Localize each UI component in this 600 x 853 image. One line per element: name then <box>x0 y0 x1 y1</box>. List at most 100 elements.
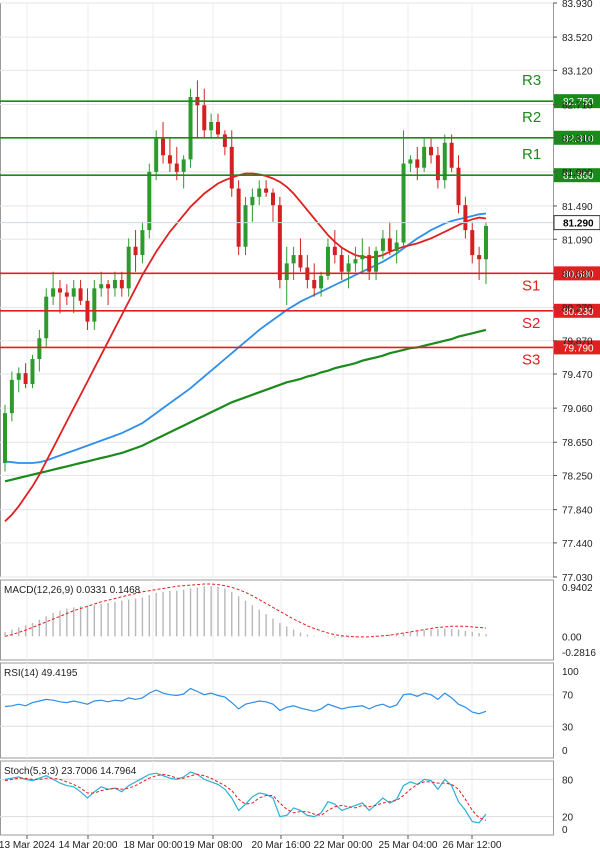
price-tick-label: 79.870 <box>562 337 593 348</box>
candle-body <box>243 205 248 247</box>
candle-body <box>202 105 207 131</box>
level-name-s3: S3 <box>522 351 540 368</box>
candle-body <box>3 413 7 464</box>
candle-body <box>449 142 454 168</box>
candle-body <box>339 255 344 272</box>
candle-body <box>161 138 166 156</box>
candle-body <box>57 288 62 293</box>
candle-body <box>78 288 83 301</box>
candle-body <box>270 192 275 206</box>
price-tick-label: 79.470 <box>562 370 593 381</box>
price-tick-label: 80.270 <box>562 303 593 314</box>
stoch-label: Stoch(5,3,3) 23.7006 14.7964 <box>4 766 137 777</box>
candle-body <box>51 288 56 297</box>
time-tick-label: 26 Mar 12:00 <box>443 840 502 851</box>
candle-body <box>147 171 152 231</box>
candle-body <box>435 155 440 181</box>
rsi-tick-label: 70 <box>562 691 574 702</box>
macd-tick-label: 0.00 <box>562 632 582 643</box>
price-tick-label: 78.650 <box>562 438 593 449</box>
time-tick-label: 14 Mar 20:00 <box>59 840 118 851</box>
candle-body <box>291 255 296 264</box>
time-tick-label: 19 Mar 08:00 <box>184 840 243 851</box>
candle-body <box>119 280 124 289</box>
time-tick-label: 13 Mar 2024 <box>0 840 56 851</box>
price-tick-label: 77.440 <box>562 539 593 550</box>
candle-body <box>277 205 282 281</box>
level-name-s1: S1 <box>522 277 540 294</box>
candle-body <box>325 246 330 276</box>
price-tick-label: 81.900 <box>562 168 593 179</box>
candle-body <box>429 146 434 156</box>
candle-body <box>188 97 193 160</box>
candle-body <box>264 188 269 193</box>
candle-body <box>456 167 461 206</box>
price-tick-label: 83.520 <box>562 33 593 44</box>
candle-body <box>422 146 427 168</box>
price-tick-label: 83.120 <box>562 66 593 77</box>
candle-body <box>484 225 488 260</box>
stoch-tick-label: 20 <box>562 813 574 824</box>
candle-body <box>64 292 69 297</box>
candle-body <box>181 159 186 172</box>
price-tick-label: 81.090 <box>562 235 593 246</box>
candle-body <box>167 155 172 164</box>
candle-body <box>30 359 35 385</box>
rsi-tick-label: 30 <box>562 722 574 733</box>
price-tick-label: 78.250 <box>562 472 593 483</box>
rsi-label: RSI(14) 49.4195 <box>4 668 78 679</box>
macd-label: MACD(12,26,9) 0.0331 0.1468 <box>4 585 141 596</box>
candle-body <box>9 379 14 414</box>
candle-body <box>257 188 262 197</box>
stoch-tick-label: 80 <box>562 775 574 786</box>
candle-body <box>477 255 482 260</box>
candle-body <box>470 230 475 256</box>
rsi-tick-label: 100 <box>562 667 579 678</box>
candle-body <box>229 146 234 189</box>
candle-body <box>380 238 385 251</box>
candle-body <box>346 263 351 272</box>
candle-body <box>23 373 28 385</box>
macd-tick-label: 0.9402 <box>562 583 593 594</box>
price-tick-label: 77.840 <box>562 506 593 517</box>
candle-body <box>312 280 317 289</box>
time-axis: 13 Mar 2024 14 Mar 20:00 18 Mar 00:00 19 Ma… <box>0 835 502 851</box>
candle-body <box>209 121 214 131</box>
time-tick-label: 22 Mar 00:00 <box>314 840 373 851</box>
level-name-r2: R2 <box>522 109 541 126</box>
candle-body <box>367 255 372 272</box>
candle-body <box>44 296 49 339</box>
price-tick-label: 79.060 <box>562 404 593 415</box>
macd-tick-label: -0.2816 <box>562 648 596 659</box>
candle-body <box>463 205 468 231</box>
current-price-label: 81.290 <box>563 219 594 230</box>
level-name-s2: S2 <box>522 315 540 332</box>
candle-body <box>236 188 241 247</box>
candle-body <box>284 263 289 281</box>
candle-body <box>126 246 131 289</box>
candle-body <box>298 255 303 268</box>
candle-body <box>250 196 255 206</box>
candle-body <box>332 246 337 256</box>
time-tick-label: 18 Mar 00:00 <box>124 840 183 851</box>
price-tick-label: 83.930 <box>562 0 593 10</box>
price-tick-label: 80.680 <box>562 269 593 280</box>
candle-body <box>387 238 392 251</box>
time-tick-label: 25 Mar 04:00 <box>379 840 438 851</box>
candle-body <box>174 163 179 172</box>
candle-body <box>71 288 76 297</box>
candle-body <box>133 246 138 256</box>
price-tick-label: 82.710 <box>562 100 593 111</box>
price-tick-label: 81.490 <box>562 202 593 213</box>
candle-body <box>99 284 104 289</box>
price-chart: R382.750R282.310R181.860S180.680S280.230… <box>0 0 600 851</box>
candle-body <box>394 242 399 251</box>
candle-body <box>374 250 379 272</box>
candle-body <box>408 159 413 164</box>
candle-body <box>222 134 227 147</box>
pane-frame <box>0 2 554 578</box>
candle-body <box>37 338 42 360</box>
candle-body <box>319 275 324 289</box>
candle-body <box>154 138 159 172</box>
price-axis: 83.930 83.520 83.120 82.710 82.310 81.900 81.4… <box>553 0 593 584</box>
